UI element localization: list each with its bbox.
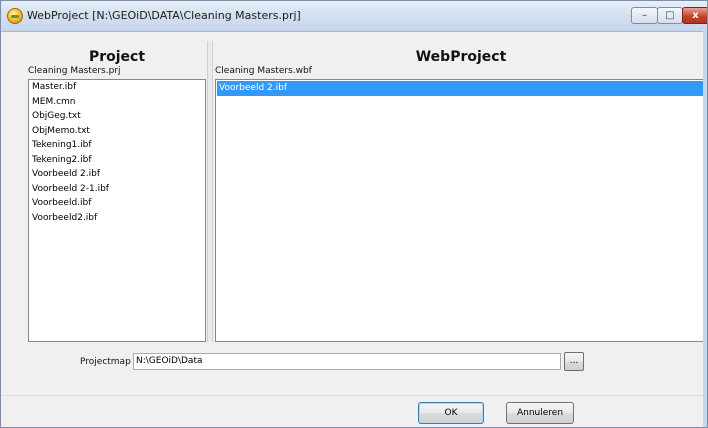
webproject-filename: Cleaning Masters.wbf: [215, 66, 312, 76]
window-title: WebProject [N:\GEOiD\DATA\Cleaning Maste…: [27, 9, 301, 22]
webproject-file-list[interactable]: Voorbeeld 2.ibf: [215, 79, 705, 342]
window-right-edge: [703, 31, 707, 427]
cancel-button[interactable]: Annuleren: [506, 402, 574, 424]
close-button[interactable]: x: [682, 7, 707, 24]
list-item[interactable]: ObjGeg.txt: [29, 109, 205, 124]
list-item[interactable]: Voorbeeld 2-1.ibf: [29, 182, 205, 197]
project-file-list[interactable]: Master.ibf MEM.cmn ObjGeg.txt ObjMemo.txt Te…: [28, 79, 206, 342]
title-bar[interactable]: WebProject [N:\GEOiD\DATA\Cleaning Maste…: [1, 1, 707, 32]
list-item[interactable]: Voorbeeld2.ibf: [29, 211, 205, 226]
minimize-button[interactable]: –: [631, 7, 658, 24]
webproject-heading: WebProject: [415, 49, 507, 65]
webproject-dialog: WebProject [N:\GEOiD\DATA\Cleaning Maste…: [0, 0, 708, 428]
project-heading: Project: [88, 49, 146, 65]
projectmap-input[interactable]: N:\GEOiD\Data: [133, 353, 561, 370]
maximize-button[interactable]: □: [657, 7, 683, 24]
list-item[interactable]: Voorbeeld.ibf: [29, 196, 205, 211]
list-item[interactable]: Voorbeeld 2.ibf: [217, 81, 703, 96]
app-icon: [7, 8, 23, 24]
projectmap-label: Projectmap: [80, 357, 131, 367]
list-item[interactable]: Tekening2.ibf: [29, 153, 205, 168]
project-filename: Cleaning Masters.prj: [28, 66, 121, 76]
panel-splitter[interactable]: [207, 41, 213, 342]
list-item[interactable]: Tekening1.ibf: [29, 138, 205, 153]
list-item[interactable]: ObjMemo.txt: [29, 124, 205, 139]
footer-separator: [1, 395, 707, 396]
list-item[interactable]: MEM.cmn: [29, 95, 205, 110]
ok-button[interactable]: OK: [418, 402, 484, 424]
list-item[interactable]: Voorbeeld 2.ibf: [29, 167, 205, 182]
browse-button[interactable]: ...: [564, 352, 584, 371]
list-item[interactable]: Master.ibf: [29, 80, 205, 95]
